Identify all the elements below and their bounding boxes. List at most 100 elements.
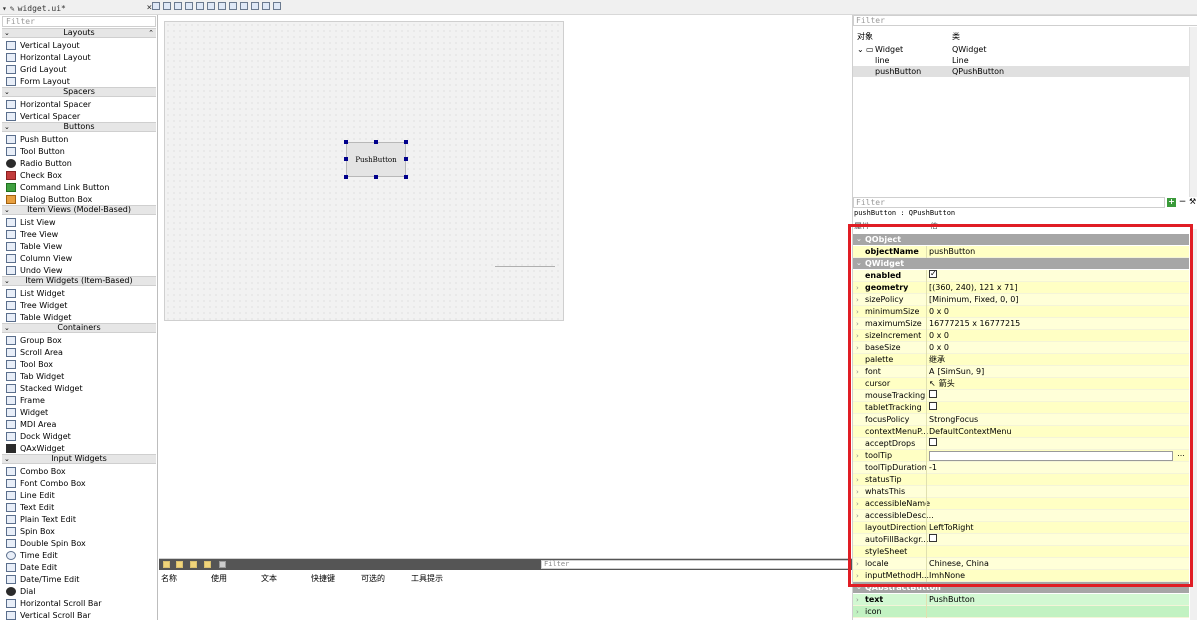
property-filter-input[interactable]: Filter [853, 197, 1165, 208]
property-section-header[interactable]: ⌄ QAbstractButton [853, 582, 1189, 593]
property-value[interactable] [929, 268, 937, 280]
category-header[interactable]: ⌄ Buttons [2, 122, 156, 132]
chevron-down-icon[interactable]: ⌄ [856, 582, 862, 593]
form-layout-icon[interactable] [251, 2, 259, 10]
column-header[interactable]: 快捷键 [311, 573, 361, 584]
widget-box-item[interactable]: Vertical Scroll Bar [6, 609, 91, 620]
column-header[interactable]: 可选的 [361, 573, 411, 584]
tree-row-selected[interactable]: pushButton QPushButton [853, 66, 1189, 77]
property-row[interactable]: › toolTip... [853, 450, 1189, 462]
chevron-down-icon[interactable]: ⌄ [856, 258, 862, 269]
widget-box-item[interactable]: Undo View [6, 264, 62, 276]
widget-box-item[interactable]: Tool Box [6, 358, 53, 370]
widget-box-item[interactable]: Column View [6, 252, 72, 264]
property-section-header[interactable]: ⌄ QWidget [853, 258, 1189, 269]
copy-action-icon[interactable] [176, 561, 183, 568]
category-header[interactable]: ⌄ Item Widgets (Item-Based) [2, 276, 156, 286]
widget-box-item[interactable]: Push Button [6, 133, 68, 145]
tooltip-more-button[interactable]: ... [1175, 450, 1187, 461]
chevron-right-icon[interactable]: › [856, 510, 859, 522]
tree-row[interactable]: line Line [853, 55, 1189, 66]
widget-box-item[interactable]: Radio Button [6, 157, 72, 169]
tree-row[interactable]: ⌄ ▭ Widget QWidget [853, 44, 1189, 55]
widget-box-item[interactable]: MDI Area [6, 418, 56, 430]
widget-box-item[interactable]: Form Layout [6, 75, 70, 87]
chevron-down-icon[interactable]: ▾ [2, 4, 7, 13]
chevron-right-icon[interactable]: › [856, 558, 859, 570]
property-value[interactable]: DefaultContextMenu [929, 426, 1012, 438]
checkbox[interactable] [929, 390, 937, 398]
widget-box-item[interactable]: Grid Layout [6, 63, 67, 75]
object-inspector-scrollbar[interactable] [1189, 27, 1197, 197]
property-row[interactable]: › statusTip [853, 474, 1189, 486]
property-value[interactable]: Chinese, China [929, 558, 989, 570]
chevron-right-icon[interactable]: › [856, 306, 859, 318]
property-value[interactable]: LeftToRight [929, 522, 974, 534]
widget-box-item[interactable]: Vertical Spacer [6, 110, 80, 122]
widget-box-item[interactable]: Stacked Widget [6, 382, 83, 394]
horizontal-layout-icon[interactable] [196, 2, 204, 10]
column-header[interactable]: 使用 [211, 573, 261, 584]
property-value[interactable]: 16777215 x 16777215 [929, 318, 1020, 330]
property-row[interactable]: mouseTracking [853, 390, 1189, 402]
property-row[interactable]: styleSheet [853, 546, 1189, 558]
widget-box-item[interactable]: Time Edit [6, 549, 58, 561]
property-value[interactable]: [(360, 240), 121 x 71] [929, 282, 1017, 294]
property-row[interactable]: toolTipDuration -1 [853, 462, 1189, 474]
column-header[interactable]: 对象 [857, 31, 873, 42]
remove-property-icon[interactable]: − [1178, 198, 1187, 207]
property-row[interactable]: › baseSize 0 x 0 [853, 342, 1189, 354]
chevron-right-icon[interactable]: › [856, 474, 859, 486]
chevron-down-icon[interactable]: ⌄ [4, 123, 10, 131]
widget-box-item[interactable]: Tree View [6, 228, 58, 240]
category-header[interactable]: ⌄ Layouts ⌃ [2, 28, 156, 38]
property-row[interactable]: › locale Chinese, China [853, 558, 1189, 570]
widget-box-item[interactable]: Tool Button [6, 145, 65, 157]
widget-box-item[interactable]: Tree Widget [6, 299, 67, 311]
widget-box-item[interactable]: Table View [6, 240, 62, 252]
property-row[interactable]: › minimumSize 0 x 0 [853, 306, 1189, 318]
form-push-button[interactable]: PushButton [346, 142, 406, 177]
resize-handle[interactable] [374, 175, 378, 179]
widget-box-item[interactable]: Dialog Button Box [6, 193, 92, 205]
configure-icon[interactable]: ⚒ [1189, 198, 1197, 207]
column-header[interactable]: 名称 [161, 573, 211, 584]
resize-handle[interactable] [404, 175, 408, 179]
widget-box-item[interactable]: Horizontal Layout [6, 51, 91, 63]
edit-signals-icon[interactable] [163, 2, 171, 10]
property-value[interactable] [929, 534, 937, 542]
edit-buddies-icon[interactable] [174, 2, 182, 10]
property-row[interactable]: › maximumSize 16777215 x 16777215 [853, 318, 1189, 330]
property-row[interactable]: › accessibleDesc... [853, 510, 1189, 522]
property-row[interactable]: acceptDrops [853, 438, 1189, 450]
new-action-icon[interactable] [163, 561, 170, 568]
resize-handle[interactable] [344, 140, 348, 144]
category-header[interactable]: ⌄ Item Views (Model-Based) [2, 205, 156, 215]
property-value[interactable]: PushButton [929, 594, 975, 606]
property-value[interactable]: [Minimum, Fixed, 0, 0] [929, 294, 1018, 306]
property-row[interactable]: › text PushButton [853, 594, 1189, 606]
widget-box-item[interactable]: Command Link Button [6, 181, 109, 193]
chevron-right-icon[interactable]: › [856, 498, 859, 510]
chevron-down-icon[interactable]: ⌄ [856, 234, 862, 245]
property-value[interactable] [929, 390, 937, 398]
checkbox[interactable] [929, 438, 937, 446]
chevron-right-icon[interactable]: › [856, 342, 859, 354]
property-row[interactable]: › inputMethodH... ImhNone [853, 570, 1189, 582]
chevron-right-icon[interactable]: › [856, 570, 859, 582]
checkbox[interactable] [929, 534, 937, 542]
property-value[interactable]: 0 x 0 [929, 306, 949, 318]
property-editor-scrollbar[interactable] [1190, 229, 1197, 620]
property-value[interactable] [929, 402, 937, 410]
chevron-right-icon[interactable]: › [856, 282, 859, 294]
property-row[interactable]: tabletTracking [853, 402, 1189, 414]
add-dynamic-property-icon[interactable]: + [1167, 198, 1176, 207]
widget-box-item[interactable]: Scroll Area [6, 346, 63, 358]
widget-box-item[interactable]: Group Box [6, 334, 62, 346]
widget-box-filter-input[interactable]: Filter [2, 16, 156, 27]
tooltip-input[interactable] [929, 451, 1173, 461]
chevron-down-icon[interactable]: ⌄ [4, 29, 10, 37]
chevron-right-icon[interactable]: › [856, 594, 859, 606]
widget-box-item[interactable]: Table Widget [6, 311, 71, 323]
form-line[interactable] [495, 266, 555, 267]
